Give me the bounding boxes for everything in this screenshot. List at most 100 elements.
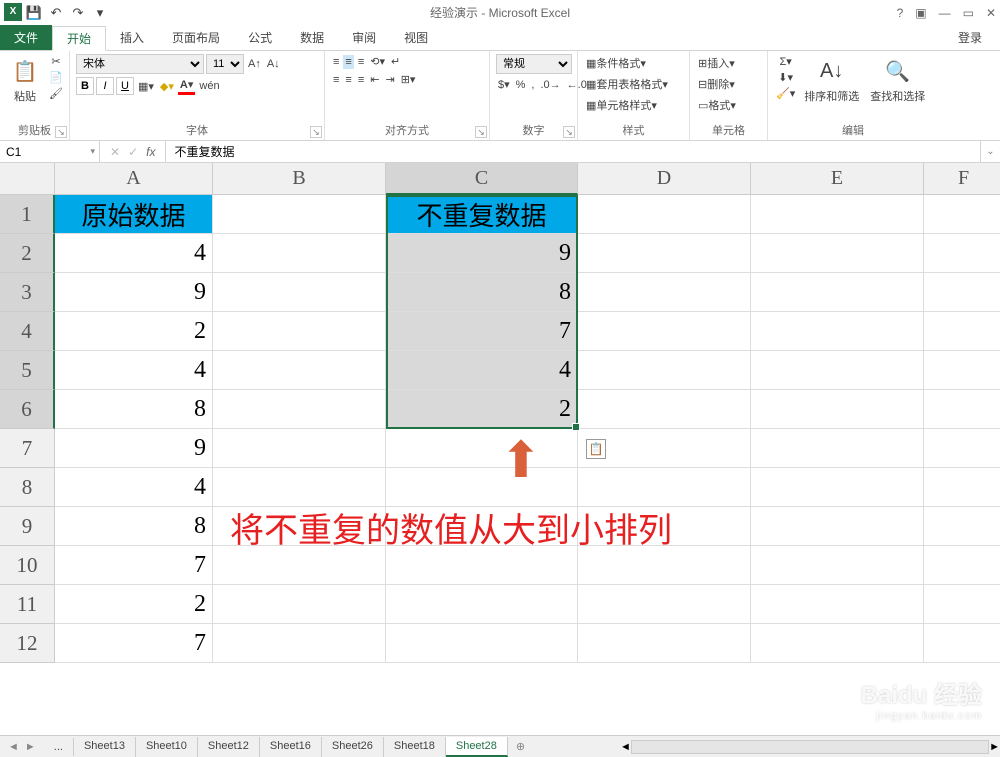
cell-B6[interactable] bbox=[213, 390, 386, 429]
shrink-font-icon[interactable]: A↓ bbox=[265, 57, 282, 71]
cell-B11[interactable] bbox=[213, 585, 386, 624]
cell-F10[interactable] bbox=[924, 546, 1000, 585]
comma-icon[interactable]: , bbox=[529, 78, 536, 92]
cell-F2[interactable] bbox=[924, 234, 1000, 273]
enter-icon[interactable]: ✓ bbox=[128, 145, 138, 159]
cell-B3[interactable] bbox=[213, 273, 386, 312]
cell-E8[interactable] bbox=[751, 468, 924, 507]
cell-F5[interactable] bbox=[924, 351, 1000, 390]
cell-D5[interactable] bbox=[578, 351, 751, 390]
percent-icon[interactable]: % bbox=[514, 78, 528, 92]
cell-E5[interactable] bbox=[751, 351, 924, 390]
cell-F7[interactable] bbox=[924, 429, 1000, 468]
font-size-select[interactable]: 11 bbox=[206, 54, 244, 74]
col-header-D[interactable]: D bbox=[578, 163, 751, 195]
cell-B2[interactable] bbox=[213, 234, 386, 273]
row-header-5[interactable]: 5 bbox=[0, 351, 55, 390]
cell-C2[interactable]: 9 bbox=[386, 234, 578, 273]
sort-filter-button[interactable]: A↓ 排序和筛选 bbox=[800, 54, 863, 106]
select-all-corner[interactable] bbox=[0, 163, 55, 195]
formula-expand-icon[interactable]: ⌄ bbox=[980, 141, 1000, 162]
login-link[interactable]: 登录 bbox=[950, 25, 990, 50]
col-header-B[interactable]: B bbox=[213, 163, 386, 195]
row-header-9[interactable]: 9 bbox=[0, 507, 55, 546]
cell-A5[interactable]: 4 bbox=[55, 351, 213, 390]
col-header-C[interactable]: C bbox=[386, 163, 578, 195]
cell-F1[interactable] bbox=[924, 195, 1000, 234]
align-launcher-icon[interactable]: ↘ bbox=[475, 126, 487, 138]
tab-insert[interactable]: 插入 bbox=[106, 25, 158, 50]
cell-A4[interactable]: 2 bbox=[55, 312, 213, 351]
sheet-tab-Sheet28[interactable]: Sheet28 bbox=[446, 737, 508, 757]
sheet-tab-Sheet26[interactable]: Sheet26 bbox=[322, 737, 384, 757]
font-name-select[interactable]: 宋体 bbox=[76, 54, 204, 74]
cell-E3[interactable] bbox=[751, 273, 924, 312]
tab-view[interactable]: 视图 bbox=[390, 25, 442, 50]
close-icon[interactable]: ✕ bbox=[986, 6, 996, 20]
sheet-tab-Sheet12[interactable]: Sheet12 bbox=[198, 737, 260, 757]
sheet-ellipsis[interactable]: ... bbox=[44, 738, 74, 756]
cell-A9[interactable]: 8 bbox=[55, 507, 213, 546]
align-top-icon[interactable]: ≡ bbox=[331, 55, 341, 69]
increase-decimal-icon[interactable]: .0→ bbox=[538, 78, 562, 92]
cell-D11[interactable] bbox=[578, 585, 751, 624]
cell-styles-button[interactable]: ▦ 单元格样式 ▾ bbox=[584, 96, 659, 114]
cut-icon[interactable]: ✂ bbox=[47, 54, 65, 69]
cell-C1[interactable]: 不重复数据 bbox=[386, 195, 578, 234]
fx-icon[interactable]: fx bbox=[146, 145, 155, 159]
sheet-tab-Sheet13[interactable]: Sheet13 bbox=[74, 737, 136, 757]
redo-icon[interactable]: ↷ bbox=[68, 3, 88, 23]
font-launcher-icon[interactable]: ↘ bbox=[310, 126, 322, 138]
minimize-icon[interactable]: — bbox=[939, 6, 951, 20]
sheet-nav-next-icon[interactable]: ► bbox=[25, 741, 36, 753]
cell-C4[interactable]: 7 bbox=[386, 312, 578, 351]
delete-cells-button[interactable]: ⊟ 删除 ▾ bbox=[696, 75, 737, 93]
tab-layout[interactable]: 页面布局 bbox=[158, 25, 234, 50]
cell-E7[interactable] bbox=[751, 429, 924, 468]
cell-E9[interactable] bbox=[751, 507, 924, 546]
cell-C3[interactable]: 8 bbox=[386, 273, 578, 312]
tab-file[interactable]: 文件 bbox=[0, 24, 52, 50]
sheet-tab-Sheet18[interactable]: Sheet18 bbox=[384, 737, 446, 757]
cell-D6[interactable] bbox=[578, 390, 751, 429]
cell-D3[interactable] bbox=[578, 273, 751, 312]
row-header-1[interactable]: 1 bbox=[0, 195, 55, 234]
row-header-2[interactable]: 2 bbox=[0, 234, 55, 273]
paste-options-icon[interactable]: 📋 bbox=[586, 439, 606, 459]
cell-D12[interactable] bbox=[578, 624, 751, 663]
align-right-icon[interactable]: ≡ bbox=[356, 73, 366, 87]
cell-E6[interactable] bbox=[751, 390, 924, 429]
orientation-icon[interactable]: ⟲▾ bbox=[368, 54, 387, 69]
cell-A11[interactable]: 2 bbox=[55, 585, 213, 624]
cell-C12[interactable] bbox=[386, 624, 578, 663]
fill-color-icon[interactable]: ◆▾ bbox=[158, 79, 176, 94]
format-painter-icon[interactable]: 🖌 bbox=[47, 86, 65, 101]
spreadsheet-grid[interactable]: A B C D E F 1 2 3 4 5 6 7 8 9 10 11 12 原… bbox=[0, 163, 1000, 735]
help-icon[interactable]: ? bbox=[897, 6, 904, 20]
save-icon[interactable]: 💾 bbox=[24, 3, 44, 23]
cancel-icon[interactable]: ✕ bbox=[110, 145, 120, 159]
font-color-icon[interactable]: A▾ bbox=[178, 77, 195, 95]
cell-D8[interactable] bbox=[578, 468, 751, 507]
restore-icon[interactable]: ▭ bbox=[963, 6, 974, 20]
align-middle-icon[interactable]: ≡ bbox=[343, 55, 353, 69]
cell-E12[interactable] bbox=[751, 624, 924, 663]
cell-B12[interactable] bbox=[213, 624, 386, 663]
cell-F4[interactable] bbox=[924, 312, 1000, 351]
phonetic-icon[interactable]: wén bbox=[197, 79, 221, 93]
horizontal-scrollbar[interactable]: ◄ ► bbox=[620, 739, 1000, 755]
cell-B4[interactable] bbox=[213, 312, 386, 351]
row-header-4[interactable]: 4 bbox=[0, 312, 55, 351]
name-box[interactable]: C1 bbox=[0, 141, 100, 162]
row-header-8[interactable]: 8 bbox=[0, 468, 55, 507]
cell-E1[interactable] bbox=[751, 195, 924, 234]
row-header-7[interactable]: 7 bbox=[0, 429, 55, 468]
clipboard-launcher-icon[interactable]: ↘ bbox=[55, 126, 67, 138]
copy-icon[interactable]: 📄 bbox=[47, 70, 65, 85]
row-header-10[interactable]: 10 bbox=[0, 546, 55, 585]
merge-center-icon[interactable]: ⊞▾ bbox=[399, 72, 418, 87]
grow-font-icon[interactable]: A↑ bbox=[246, 57, 263, 71]
format-table-button[interactable]: ▦ 套用表格格式 ▾ bbox=[584, 75, 670, 93]
tab-data[interactable]: 数据 bbox=[286, 25, 338, 50]
border-icon[interactable]: ▦▾ bbox=[136, 79, 156, 94]
